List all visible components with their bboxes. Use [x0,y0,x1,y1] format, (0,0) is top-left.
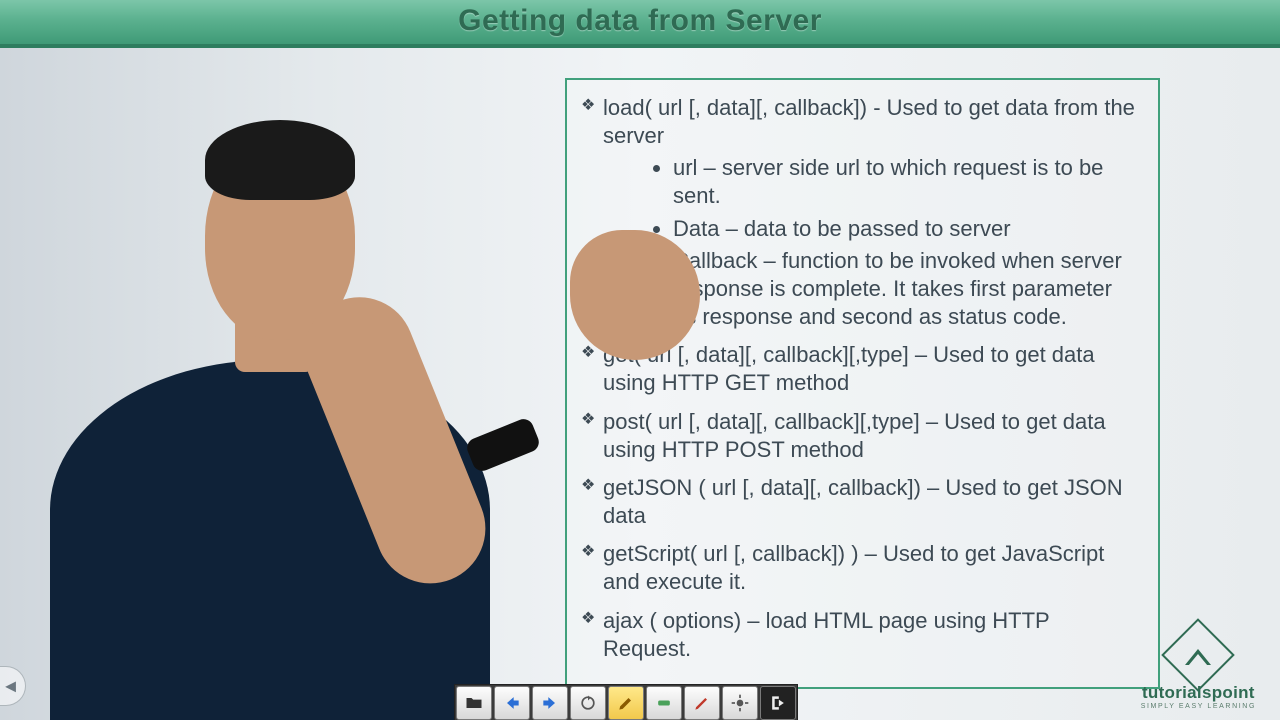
load-sublist: url – server side url to which request i… [603,154,1136,331]
arrow-left-icon[interactable] [494,686,530,720]
sub-url: url – server side url to which request i… [673,154,1136,210]
exit-icon[interactable] [760,686,796,720]
bullet-get: get( url [, data][, callback][,type] – U… [581,341,1136,397]
slideshow-toolbar [454,684,798,720]
bullet-getjson: getJSON ( url [, data][, callback]) – Us… [581,474,1136,530]
folder-icon[interactable] [456,686,492,720]
bullet-ajax: ajax ( options) – load HTML page using H… [581,607,1136,663]
sub-callback: Callback – function to be invoked when s… [673,247,1136,331]
presenter-figure [30,100,590,720]
page-title: Getting data from Server [458,4,822,38]
bullet-getscript: getScript( url [, callback]) ) – Used to… [581,540,1136,596]
eraser-icon[interactable] [646,686,682,720]
back-button[interactable]: ◄ [0,666,26,706]
brand-logo-icon [1162,618,1236,692]
gear-icon[interactable] [722,686,758,720]
bullet-load: load( url [, data][, callback]) - Used t… [581,94,1136,331]
highlighter-icon[interactable] [608,686,644,720]
brand-block: tutorialspoint SIMPLY EASY LEARNING [1141,629,1256,710]
header-band: Getting data from Server [0,0,1280,48]
pen-icon[interactable] [684,686,720,720]
bullet-text: load( url [, data][, callback]) - Used t… [603,95,1135,148]
bullet-post: post( url [, data][, callback][,type] – … [581,408,1136,464]
chevron-left-icon: ◄ [2,676,20,697]
loop-icon[interactable] [570,686,606,720]
slide-surface: load( url [, data][, callback]) - Used t… [0,48,1280,720]
sub-data: Data – data to be passed to server [673,215,1136,243]
arrow-right-icon[interactable] [532,686,568,720]
brand-tagline: SIMPLY EASY LEARNING [1141,703,1256,710]
content-card: load( url [, data][, callback]) - Used t… [565,78,1160,689]
